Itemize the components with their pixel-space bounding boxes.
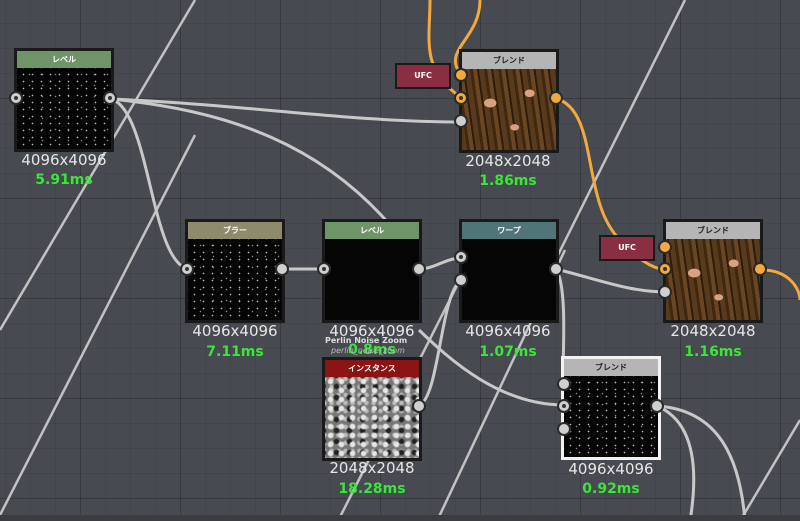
input-port[interactable] [454,91,468,105]
input-port[interactable] [557,399,571,413]
output-port[interactable] [412,262,426,276]
time-label: 5.91ms [35,172,93,188]
resolution-label: 2048x2048 [329,459,415,477]
node-title: インスタンス [325,360,419,377]
node-title: レベル [17,51,111,68]
input-port[interactable] [454,114,468,128]
node-thumbnail [462,69,556,150]
node-title: ブレンド [564,359,658,376]
output-port[interactable] [549,91,563,105]
node-title: ブラー [188,222,282,239]
graph-canvas[interactable]: UFC UFC レベル 4096x4096 5.91ms ブレンド 2048x2… [0,0,800,521]
time-label: 18.28ms [338,481,406,497]
level-node-1[interactable]: レベル [14,48,114,152]
input-port[interactable] [557,377,571,391]
input-port[interactable] [454,250,468,264]
node-title: ブレンド [666,222,760,239]
time-label: 1.07ms [479,344,537,360]
output-port[interactable] [412,399,426,413]
output-port[interactable] [549,262,563,276]
node-title: ワープ [462,222,556,239]
input-port[interactable] [658,285,672,299]
input-port[interactable] [557,422,571,436]
blend-node-2[interactable]: ブレンド [663,219,763,323]
node-thumbnail [325,377,419,458]
node-thumbnail [666,239,760,320]
instance-sublabel: perlin_noise_zoom [331,346,405,355]
bottom-edge [0,515,800,521]
ufc-badge-1[interactable]: UFC [395,63,451,89]
input-port[interactable] [454,68,468,82]
blend-node-1[interactable]: ブレンド [459,49,559,153]
node-thumbnail [188,239,282,320]
time-label: 1.86ms [479,173,537,189]
node-thumbnail [462,239,556,320]
node-thumbnail [17,68,111,149]
blend-node-3[interactable]: ブレンド [561,356,661,460]
output-port[interactable] [753,262,767,276]
output-port[interactable] [650,399,664,413]
input-port[interactable] [9,91,23,105]
input-port[interactable] [180,262,194,276]
resolution-label: 2048x2048 [465,152,551,170]
node-title: ブレンド [462,52,556,69]
input-port[interactable] [658,262,672,276]
resolution-label: 4096x4096 [21,151,107,169]
resolution-label: 4096x4096 [568,460,654,478]
node-thumbnail [325,239,419,320]
blur-node[interactable]: ブラー [185,219,285,323]
resolution-label: 2048x2048 [670,322,756,340]
level-node-2[interactable]: レベル [322,219,422,323]
input-port[interactable] [658,240,672,254]
time-label: 7.11ms [206,344,264,360]
ufc-badge-2[interactable]: UFC [599,235,655,261]
instance-label: Perlin Noise Zoom [325,336,408,345]
input-port[interactable] [317,262,331,276]
time-label: 0.92ms [582,481,640,497]
node-thumbnail [564,376,658,457]
resolution-label: 4096x4096 [192,322,278,340]
resolution-label: 4096x4096 [465,322,551,340]
instance-node[interactable]: インスタンス [322,357,422,461]
node-title: レベル [325,222,419,239]
input-port[interactable] [454,273,468,287]
time-label: 1.16ms [684,344,742,360]
output-port[interactable] [275,262,289,276]
warp-node[interactable]: ワープ [459,219,559,323]
output-port[interactable] [103,91,117,105]
